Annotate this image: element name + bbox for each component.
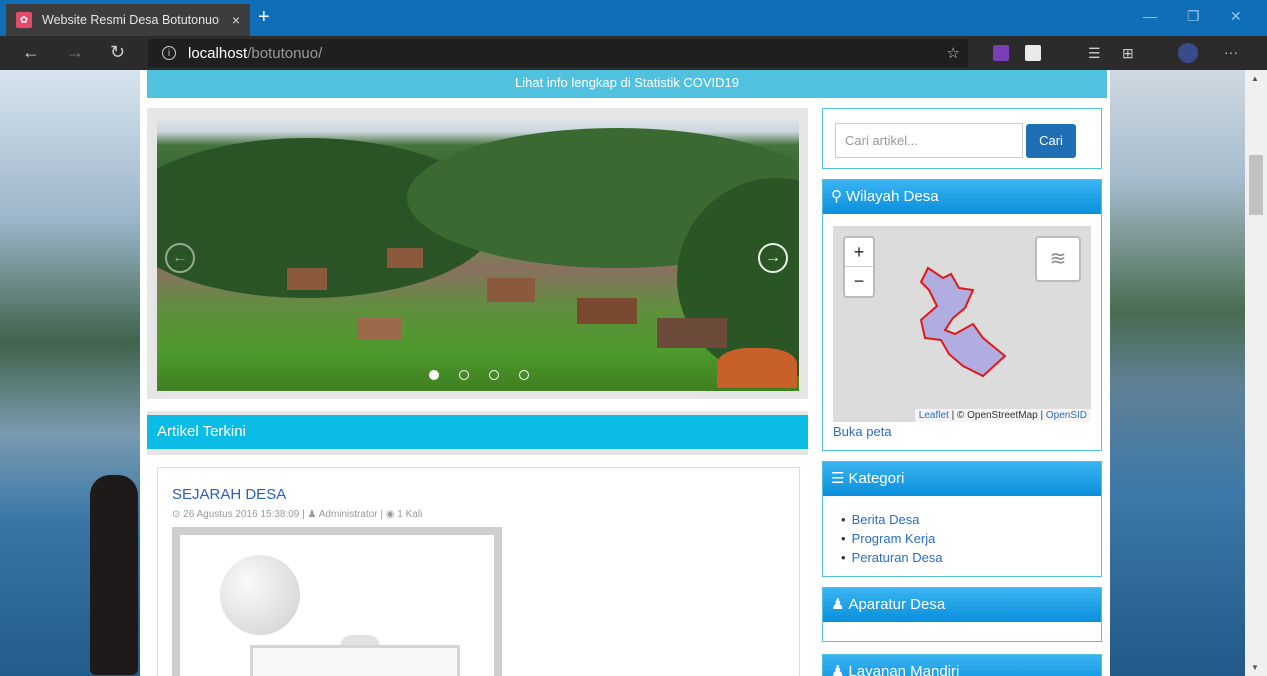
- image-slider: ← →: [147, 108, 808, 399]
- buka-peta-link[interactable]: Buka peta: [833, 424, 892, 439]
- slider-dot-4[interactable]: [519, 370, 529, 380]
- aparatur-title: Aparatur Desa: [848, 596, 946, 613]
- village-map[interactable]: + − ≋ Leaflet | © OpenStreetMap | OpenSI…: [833, 226, 1091, 422]
- wilayah-title: Wilayah Desa: [846, 188, 939, 205]
- slider-dot-2[interactable]: [459, 370, 469, 380]
- map-attribution: Leaflet | © OpenStreetMap | OpenSID: [914, 409, 1091, 422]
- tab-close-icon[interactable]: ×: [232, 12, 240, 28]
- layanan-widget: ♟ Layanan Mandiri: [822, 654, 1102, 676]
- article-thumbnail[interactable]: [172, 527, 502, 676]
- article-meta: ⊙ 26 Agustus 2016 15:38:09 | ♟ Administr…: [172, 509, 423, 520]
- background-person-figure: [90, 475, 138, 675]
- slider-dots: [429, 370, 529, 380]
- profile-avatar[interactable]: [1178, 43, 1198, 63]
- tab-title: Website Resmi Desa Botutonuo: [42, 13, 219, 27]
- slider-prev-arrow-icon[interactable]: ←: [165, 243, 195, 273]
- back-arrow-icon[interactable]: ←: [22, 42, 40, 63]
- page-viewport: Lihat info lengkap di Statistik COVID19 …: [0, 70, 1267, 676]
- kategori-title: Kategori: [848, 470, 905, 487]
- background-right-image: [1110, 70, 1245, 676]
- kategori-item-berita[interactable]: Berita Desa: [841, 510, 943, 529]
- browser-tab[interactable]: ✿ Website Resmi Desa Botutonuo ×: [6, 4, 250, 36]
- slider-next-arrow-icon[interactable]: →: [758, 243, 788, 273]
- village-boundary-polygon: [919, 266, 1007, 378]
- aparatur-widget: ♟ Aparatur Desa: [822, 587, 1102, 642]
- layanan-header: ♟ Layanan Mandiri: [823, 655, 1101, 676]
- refresh-icon[interactable]: ↻: [110, 42, 125, 63]
- info-icon[interactable]: i: [162, 46, 176, 60]
- favorites-list-icon[interactable]: ☰: [1088, 45, 1101, 62]
- search-button[interactable]: Cari: [1026, 124, 1076, 158]
- url-path: /botutonuo/: [247, 44, 323, 62]
- reading-view-icon[interactable]: [1025, 45, 1041, 61]
- scroll-up-arrow-icon[interactable]: ▲: [1251, 74, 1259, 83]
- forward-arrow-icon[interactable]: →: [66, 42, 84, 63]
- favorite-star-icon[interactable]: ☆: [947, 44, 960, 62]
- close-window-button[interactable]: ✕: [1230, 8, 1242, 25]
- address-bar: ← → ↻ i localhost /botutonuo/ ☆ ☰ ⊞ ···: [0, 36, 1267, 70]
- scrollbar-thumb[interactable]: [1249, 155, 1263, 215]
- kategori-widget: ☰Kategori Berita Desa Program Kerja Pera…: [822, 461, 1102, 577]
- page-scrollbar[interactable]: ▲ ▼: [1245, 70, 1267, 676]
- user-icon: ♟: [831, 663, 845, 676]
- site-favicon-icon: ✿: [16, 12, 32, 28]
- settings-menu-icon[interactable]: ···: [1224, 44, 1238, 60]
- list-icon: ☰: [831, 470, 845, 487]
- leaflet-link[interactable]: Leaflet: [919, 410, 949, 421]
- layanan-title: Layanan Mandiri: [848, 663, 960, 676]
- url-field[interactable]: i localhost /botutonuo/ ☆: [148, 39, 968, 67]
- scroll-down-arrow-icon[interactable]: ▼: [1251, 663, 1259, 672]
- kategori-header: ☰ Kategori: [823, 462, 1101, 496]
- wilayah-header: ⚲ Wilayah Desa: [823, 180, 1101, 214]
- artikel-header: Artikel Terkini: [147, 415, 808, 449]
- maximize-button[interactable]: ❐: [1187, 8, 1200, 25]
- new-tab-button[interactable]: +: [258, 6, 270, 28]
- minimize-button[interactable]: —: [1143, 8, 1157, 24]
- slider-dot-1[interactable]: [429, 370, 439, 380]
- article-title-link[interactable]: SEJARAH DESA: [172, 486, 286, 503]
- covid-banner-link[interactable]: Lihat info lengkap di Statistik COVID19: [147, 70, 1107, 98]
- search-input[interactable]: Cari artikel...: [835, 123, 1023, 158]
- user-icon: ♟: [831, 596, 845, 613]
- article-card: SEJARAH DESA ⊙ 26 Agustus 2016 15:38:09 …: [157, 467, 800, 676]
- kategori-item-program[interactable]: Program Kerja: [841, 529, 943, 548]
- wilayah-widget: ⚲ Wilayah Desa + − ≋ Leaflet | © OpenStre…: [822, 179, 1102, 451]
- main-content: Lihat info lengkap di Statistik COVID19 …: [140, 70, 1110, 676]
- collections-icon[interactable]: ⊞: [1122, 45, 1134, 62]
- browser-tab-bar: ✿ Website Resmi Desa Botutonuo × + — ❐ ✕: [0, 0, 1267, 36]
- onenote-extension-icon[interactable]: [993, 45, 1009, 61]
- url-host: localhost: [188, 44, 248, 62]
- slider-image: ← →: [157, 118, 799, 391]
- aparatur-header: ♟ Aparatur Desa: [823, 588, 1101, 622]
- map-marker-icon: ⚲: [831, 188, 842, 205]
- kategori-item-peraturan[interactable]: Peraturan Desa: [841, 548, 943, 567]
- search-widget: Cari artikel... Cari: [822, 108, 1102, 169]
- opensid-link[interactable]: OpenSID: [1046, 410, 1087, 421]
- slider-dot-3[interactable]: [489, 370, 499, 380]
- kategori-list: Berita Desa Program Kerja Peraturan Desa: [841, 510, 943, 567]
- artikel-section: Artikel Terkini: [147, 411, 808, 455]
